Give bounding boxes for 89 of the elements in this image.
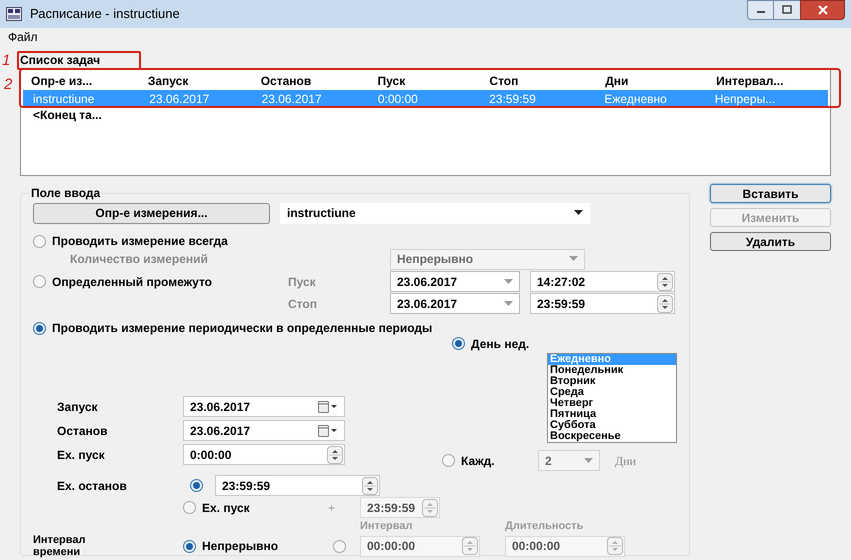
caret-icon	[574, 210, 583, 216]
radio-button[interactable]	[190, 479, 203, 492]
table-cell-text: instructiune	[33, 90, 96, 108]
dropdown[interactable]: instructiune	[280, 202, 590, 224]
time-field[interactable]: 23:59:59	[215, 475, 380, 496]
list-item[interactable]: Воскресенье	[548, 431, 676, 442]
spinner-button[interactable]	[362, 476, 378, 494]
caret-icon	[584, 458, 593, 464]
radio-label[interactable]: Ех. пуск	[202, 498, 250, 516]
section-title: Список задач	[20, 53, 100, 68]
column-header[interactable]: Пуск	[378, 72, 490, 90]
calendar-icon[interactable]	[318, 400, 338, 412]
column-header[interactable]: Дни	[605, 72, 716, 90]
table-cell-text: 23.06.2017	[262, 90, 323, 108]
field-label: Интервал	[360, 518, 414, 534]
table-cell-text: 23.06.2017	[149, 90, 210, 108]
radio-label[interactable]: Кажд.	[461, 452, 495, 470]
radio-label[interactable]: Определенный промежуто	[52, 272, 212, 290]
radio-label[interactable]: Непрерывно	[202, 537, 278, 555]
maximize-button[interactable]	[774, 0, 800, 20]
caret-icon	[504, 300, 513, 306]
field-label: Запуск	[56, 398, 98, 416]
table-cell-text: Ежедневно	[604, 90, 668, 108]
radio-button[interactable]	[442, 454, 455, 467]
dropdown[interactable]: 23.06.2017	[390, 293, 520, 314]
time-field[interactable]: 00:00:00	[505, 536, 625, 556]
field-label: Ех. останов	[56, 478, 128, 494]
date-field[interactable]: 23.06.2017	[183, 420, 345, 441]
spinner-button[interactable]	[657, 272, 673, 290]
table-cell-text: 23:59:59	[489, 90, 537, 108]
dropdown[interactable]: 23.06.2017	[390, 271, 520, 292]
list-item[interactable]: Четверг	[548, 398, 676, 409]
radio-button[interactable]	[183, 501, 196, 514]
field-label: Стоп	[288, 296, 318, 312]
column-header[interactable]: Останов	[260, 72, 378, 90]
window-title: Расписание - instructiune	[30, 5, 180, 24]
radio-button[interactable]	[183, 540, 196, 552]
radio-button[interactable]	[33, 322, 46, 334]
close-icon	[816, 5, 828, 15]
dropdown[interactable]: Непрерывно	[390, 248, 585, 270]
field-label: Пуск	[288, 274, 317, 290]
list-item[interactable]: Вторник	[548, 376, 676, 387]
column-header[interactable]: Стоп	[489, 72, 606, 90]
annotation-number: 1	[2, 51, 10, 71]
field-label: Останов	[56, 422, 109, 440]
field-label: Длительность	[505, 518, 584, 534]
date-field[interactable]: 23.06.2017	[183, 396, 345, 417]
radio-label[interactable]: Проводить измерение периодически в определенные периоды	[52, 319, 432, 337]
radio-button[interactable]	[333, 540, 346, 552]
time-field[interactable]: 00:00:00	[360, 536, 480, 556]
radio-button[interactable]	[33, 234, 46, 248]
list-item[interactable]: Суббота	[548, 420, 676, 431]
time-field[interactable]: 23:59:59	[530, 293, 675, 314]
list-item[interactable]: Среда	[548, 387, 676, 398]
table-cell-text: Непреры...	[714, 90, 776, 108]
field-label: Интервал времени	[33, 534, 86, 558]
column-header[interactable]: Опр-е из...	[31, 72, 148, 90]
calendar-icon[interactable]	[318, 424, 338, 436]
time-field[interactable]: 14:27:02	[530, 271, 675, 292]
close-button[interactable]	[800, 0, 845, 20]
column-header[interactable]: Интервал...	[716, 72, 830, 90]
caret-icon	[569, 256, 578, 262]
table-end-marker: <Конец та...	[32, 107, 103, 123]
spinner-button[interactable]	[657, 294, 673, 312]
menu-item[interactable]: Файл	[6, 28, 40, 46]
column-header[interactable]: Запуск	[148, 72, 261, 90]
field-label: Количество измерений	[69, 251, 209, 268]
list-item[interactable]: Понедельник	[548, 365, 676, 376]
unit-label: Дни	[615, 452, 636, 470]
spinner-button[interactable]	[327, 446, 343, 464]
dropdown[interactable]: 2	[538, 450, 600, 471]
minimize-button[interactable]	[747, 0, 774, 20]
table-cell-text: 0:00:00	[378, 90, 419, 108]
time-field[interactable]: 0:00:00	[183, 444, 345, 465]
radio-button[interactable]	[452, 337, 465, 350]
action-button[interactable]: Удалить	[710, 232, 831, 251]
maximize-icon	[781, 5, 793, 15]
measure-button[interactable]: Опр-е измерения...	[33, 202, 270, 224]
radio-label[interactable]: День нед.	[471, 334, 530, 352]
radio-label[interactable]: Проводить измерение всегда	[52, 232, 228, 250]
action-button[interactable]: Вставить	[710, 184, 831, 203]
radio-button[interactable]	[33, 275, 46, 288]
annotation-number: 2	[4, 75, 12, 95]
time-field[interactable]: 23:59:59	[360, 497, 440, 518]
list-item[interactable]: Пятница	[548, 409, 676, 420]
app-icon	[6, 7, 22, 21]
field-label: Ех. пуск	[56, 446, 106, 464]
caret-icon	[504, 278, 513, 284]
plus-sign: +	[328, 500, 336, 516]
